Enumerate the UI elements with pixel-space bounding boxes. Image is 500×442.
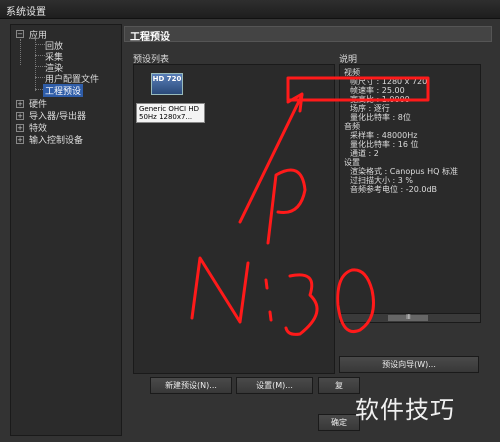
highlight-box <box>286 76 430 102</box>
annotation-letter-p <box>266 168 307 245</box>
watermark: 软件技巧 <box>355 396 455 424</box>
annotation-colon-dot <box>264 278 269 290</box>
annotation-digit-0 <box>336 268 375 333</box>
annotation-letter-n <box>190 256 250 324</box>
annotation-arrow-line <box>238 93 304 224</box>
handwritten-annotation <box>190 76 430 336</box>
annotation-colon-dot <box>268 310 273 322</box>
annotation-digit-3 <box>284 273 319 336</box>
